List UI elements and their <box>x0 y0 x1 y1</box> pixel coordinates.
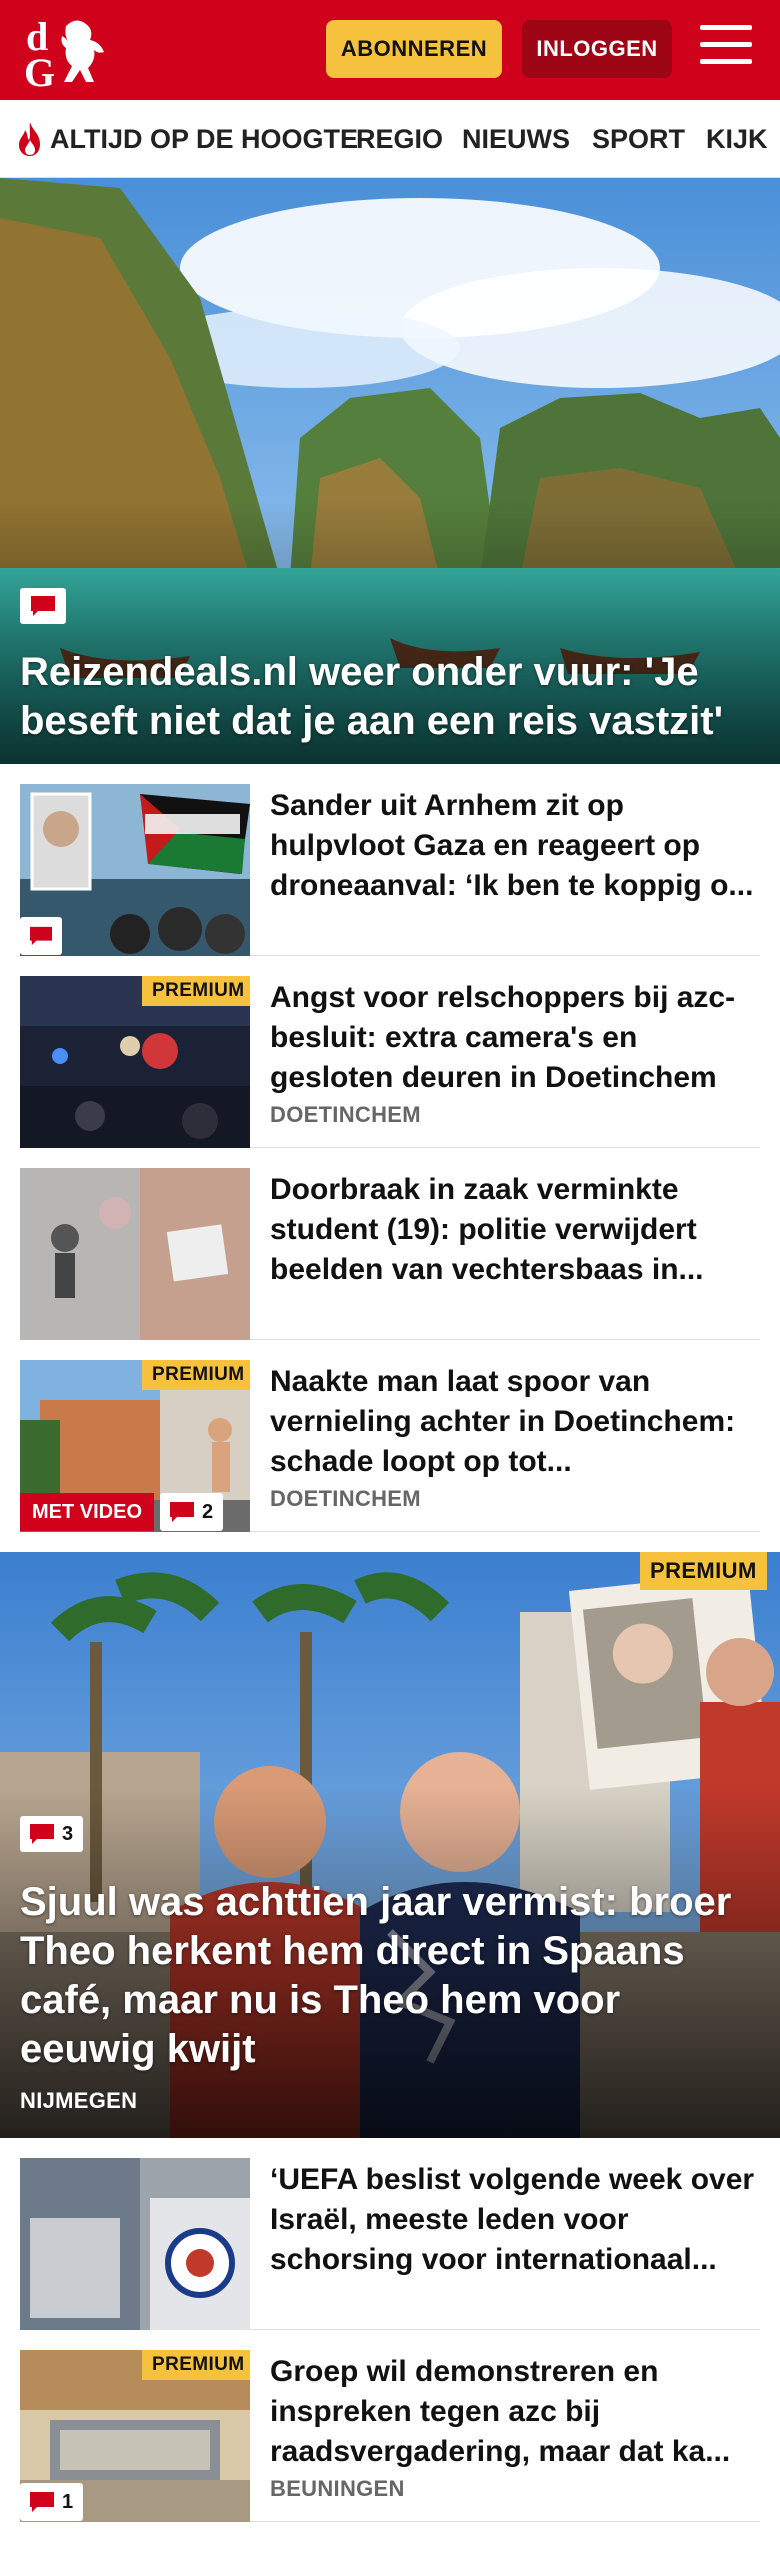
article-title[interactable]: Naakte man laat spoor van vernieling ach… <box>270 1362 760 1482</box>
comment-icon <box>30 926 52 946</box>
comment-badge: 2 <box>160 1493 224 1531</box>
article-title[interactable]: Angst voor relschoppers bij azc-besluit:… <box>270 978 760 1098</box>
comment-count: 2 <box>202 1500 214 1523</box>
hero-location: NIJMEGEN <box>20 2088 138 2113</box>
article-thumbnail: PREMIUM <box>20 976 250 1148</box>
video-badge: MET VIDEO <box>20 1493 155 1531</box>
comment-icon <box>31 596 55 616</box>
article-location: DOETINCHEM <box>270 1102 421 1127</box>
hero-article-1[interactable]: Reizendeals.nl weer onder vuur: 'Je bese… <box>0 178 780 764</box>
premium-badge: PREMIUM <box>142 976 250 1006</box>
list-item[interactable]: PREMIUM MET VIDEO 2 Naakte man laat spoo… <box>20 1360 760 1532</box>
article-title[interactable]: Doorbraak in zaak verminkte student (19)… <box>270 1170 760 1290</box>
article-location: DOETINCHEM <box>270 1486 421 1511</box>
top-bar: d G ABONNEREN INLOGGEN <box>0 0 780 100</box>
article-thumbnail: PREMIUM MET VIDEO 2 <box>20 1360 250 1532</box>
section-nav: ALTIJD OP DE HOOGTE REGIO NIEUWS SPORT K… <box>0 100 780 178</box>
article-thumbnail: PREMIUM 1 <box>20 2350 250 2522</box>
article-title[interactable]: Groep wil demonstreren en inspreken tege… <box>270 2352 760 2472</box>
comment-icon <box>30 1824 54 1844</box>
flame-icon <box>19 122 40 156</box>
hero-article-2[interactable]: PREMIUM 3 Sjuul was achttien jaar vermis… <box>0 1552 780 2138</box>
comment-icon <box>170 1502 194 1522</box>
nav-item-nieuws[interactable]: NIEUWS <box>462 124 570 155</box>
comment-badge: 3 <box>20 1816 84 1852</box>
article-location: BEUNINGEN <box>270 2476 405 2501</box>
comment-icon <box>30 2492 54 2512</box>
list-item[interactable]: ‘UEFA beslist volgende week over Israël,… <box>20 2158 760 2330</box>
list-item[interactable]: PREMIUM 1 Groep wil demonstreren en insp… <box>20 2350 760 2522</box>
premium-badge: PREMIUM <box>142 2350 250 2380</box>
login-button[interactable]: INLOGGEN <box>522 20 672 78</box>
article-title[interactable]: ‘UEFA beslist volgende week over Israël,… <box>270 2160 760 2280</box>
list-item[interactable]: Sander uit Arnhem zit op hulpvloot Gaza … <box>20 784 760 956</box>
nav-item-altijd-op-de-hoogte[interactable]: ALTIJD OP DE HOOGTE <box>50 124 358 155</box>
hero-title-2[interactable]: Sjuul was achttien jaar vermist: broer T… <box>20 1878 760 2074</box>
hero-title-1[interactable]: Reizendeals.nl weer onder vuur: 'Je bese… <box>20 648 760 746</box>
comment-badge: 1 <box>20 2483 84 2521</box>
subscribe-button[interactable]: ABONNEREN <box>326 20 502 78</box>
comment-badge <box>20 588 66 624</box>
nav-item-kijk[interactable]: KIJK <box>706 124 768 155</box>
svg-text:G: G <box>24 50 55 90</box>
premium-badge: PREMIUM <box>142 1360 250 1390</box>
premium-badge: PREMIUM <box>640 1552 767 1590</box>
article-thumbnail <box>20 1168 250 1340</box>
nav-item-regio[interactable]: REGIO <box>356 124 443 155</box>
comment-count: 3 <box>62 1822 74 1845</box>
list-item[interactable]: Doorbraak in zaak verminkte student (19)… <box>20 1168 760 1340</box>
nav-item-sport[interactable]: SPORT <box>592 124 685 155</box>
article-thumbnail <box>20 2158 250 2330</box>
article-title[interactable]: Sander uit Arnhem zit op hulpvloot Gaza … <box>270 786 760 906</box>
site-logo[interactable]: d G <box>22 10 122 90</box>
hamburger-menu-icon[interactable] <box>700 25 752 71</box>
article-thumbnail <box>20 784 250 956</box>
list-item[interactable]: PREMIUM Angst voor relschoppers bij azc-… <box>20 976 760 1148</box>
comment-count: 1 <box>62 2490 74 2513</box>
